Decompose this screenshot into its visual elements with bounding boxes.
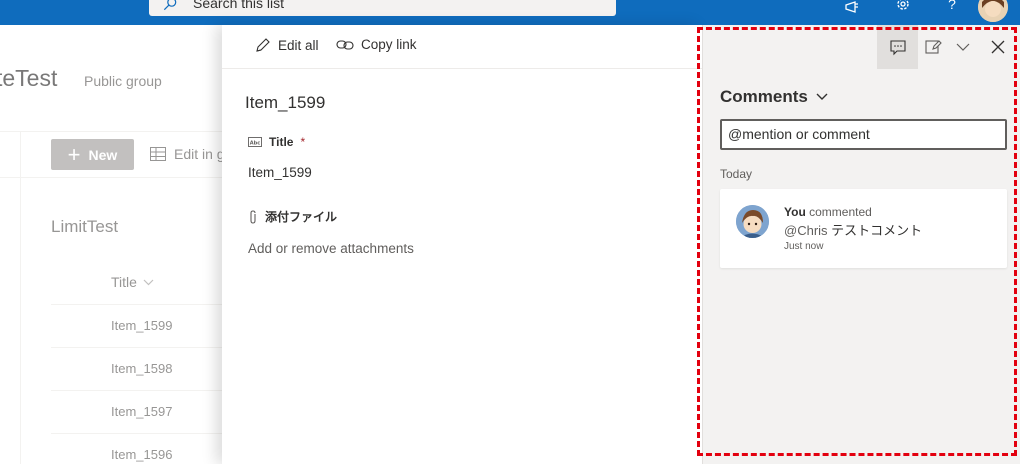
text-field-icon: Abc [248,137,262,147]
help-icon[interactable]: ? [943,0,961,15]
attachments-field-label: 添付ファイル [248,208,337,225]
avatar-image [978,0,1008,22]
attachments-label-text: 添付ファイル [265,210,338,224]
attachments-link[interactable]: Add or remove attachments [248,241,414,256]
comments-pane: Comments @mention or comment Today You c… [702,25,1020,464]
comment-author: You [784,205,806,219]
pencil-icon [256,38,270,52]
search-box[interactable]: Search this list [149,0,616,16]
comments-heading[interactable]: Comments [720,87,828,107]
gear-icon[interactable] [894,0,912,18]
comment-body: @Chris テストコメント [784,220,922,239]
edit-form-icon[interactable] [924,38,942,56]
edit-all-button[interactable]: Edit all [255,37,319,53]
panel-toolbar: Edit all Copy link [222,25,702,69]
chevron-down-icon [816,93,828,100]
comment-verb: commented [809,205,872,219]
copy-link-label: Copy link [361,37,417,52]
svg-text:Abc: Abc [250,140,260,146]
copy-link-button[interactable]: Copy link [336,37,417,52]
comment-text: テストコメント [831,223,923,238]
paperclip-icon [250,209,256,224]
title-field-label: Abc Title * [248,135,305,149]
avatar-image [736,205,769,238]
required-mark: * [300,135,306,149]
search-icon [163,0,177,11]
item-panel: Edit all Copy link Item_1599 Abc Title *… [222,25,702,464]
suite-bar: Search this list ? [0,0,1020,25]
avatar [736,205,769,238]
comment-icon [890,40,906,56]
comment-card[interactable]: You commented @Chris テストコメント Just now [720,189,1007,268]
item-title: Item_1599 [245,93,326,112]
comments-group-label: Today [720,167,753,181]
comment-timestamp: Just now [784,241,824,252]
title-label-text: Title [269,135,294,149]
close-icon[interactable] [989,38,1007,56]
comments-toolbar [703,25,1020,69]
comment-mention[interactable]: @Chris [784,223,828,238]
dim-overlay [0,25,222,464]
chevron-down-icon[interactable] [954,38,972,56]
edit-all-label: Edit all [278,37,319,53]
title-field-value[interactable]: Item_1599 [248,165,312,180]
comment-input[interactable]: @mention or comment [720,119,1007,150]
search-placeholder: Search this list [193,0,285,11]
megaphone-icon[interactable] [843,0,861,18]
comments-heading-label: Comments [720,87,808,106]
user-avatar[interactable] [978,0,1008,22]
comment-meta: You commented [784,205,872,219]
comments-toggle-button[interactable] [877,25,918,69]
link-icon [336,39,354,50]
